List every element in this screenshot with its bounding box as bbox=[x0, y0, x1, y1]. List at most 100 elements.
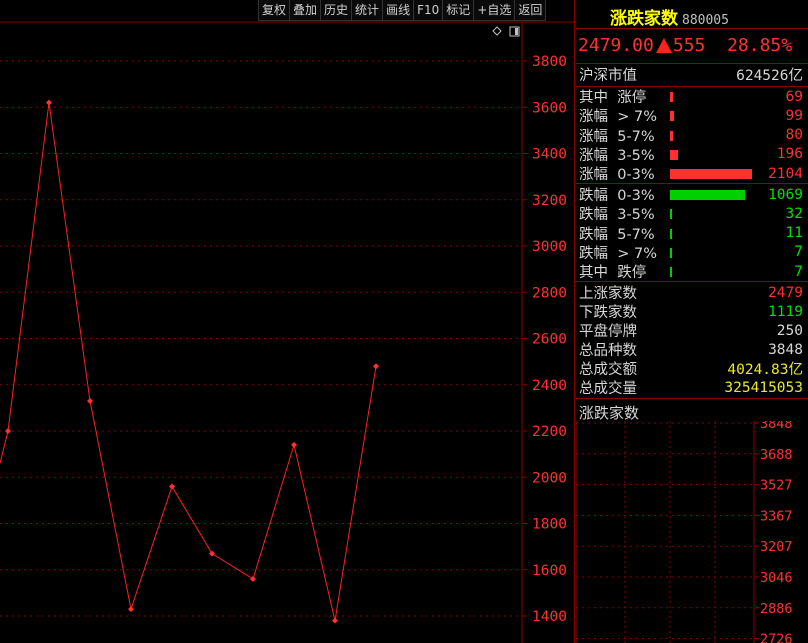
data-point bbox=[46, 99, 52, 106]
breakdown-label: 跌幅 0-3% bbox=[579, 188, 655, 204]
chart-toolbar: 复权 叠加 历史 统计 画线 F10 标记 +自选 返回 bbox=[258, 0, 547, 22]
mini-tick-label: 3688 bbox=[760, 447, 793, 463]
toolbar-button[interactable]: 叠加 bbox=[289, 0, 321, 21]
market-cap-label: 沪深市值 bbox=[579, 68, 637, 84]
total-value: 250 bbox=[776, 322, 803, 339]
breakdown-value: 7 bbox=[794, 263, 803, 280]
mini-tick-label: 3046 bbox=[760, 570, 793, 586]
up-arrow-icon bbox=[655, 37, 672, 53]
y-tick-label: 3600 bbox=[532, 100, 567, 116]
window-toggle-icon[interactable] bbox=[509, 26, 520, 37]
breakdown-label: 涨幅 > 7% bbox=[579, 109, 657, 126]
breakdown-label: 涨幅 5-7% bbox=[579, 128, 655, 145]
breakdown-bar bbox=[670, 130, 673, 141]
breakdown-label: 其中 跌停 bbox=[579, 265, 647, 282]
total-value: 4024.83亿 bbox=[727, 362, 803, 378]
total-row: 下跌家数 1119 bbox=[579, 302, 805, 322]
price-value: 2479.00 bbox=[578, 34, 654, 56]
total-label: 下跌家数 bbox=[579, 305, 637, 321]
y-tick-label: 3200 bbox=[532, 193, 567, 209]
breakdown-bar bbox=[670, 228, 672, 239]
y-tick-label: 3400 bbox=[532, 147, 567, 163]
breakdown-row: 其中 涨停 69 bbox=[579, 87, 805, 107]
security-name: 涨跌家数 bbox=[610, 9, 678, 29]
total-label: 上涨家数 bbox=[579, 286, 637, 302]
breakdown-row: 跌幅 0-3% 1069 bbox=[579, 185, 805, 205]
breakdown-bar bbox=[670, 190, 745, 200]
mini-tick-label: 2886 bbox=[760, 601, 793, 617]
mini-chart-title: 涨跌家数 bbox=[579, 404, 640, 422]
breakdown-value: 1069 bbox=[768, 186, 803, 203]
breakdown-bar bbox=[670, 92, 673, 102]
total-row: 平盘停牌 250 bbox=[579, 321, 805, 341]
total-value: 325415053 bbox=[724, 379, 803, 396]
data-point bbox=[250, 576, 256, 582]
breakdown-bar bbox=[670, 169, 752, 180]
breakdown-label: 跌幅 > 7% bbox=[579, 245, 657, 262]
y-tick-label: 1600 bbox=[532, 563, 567, 579]
y-tick-label: 1400 bbox=[532, 609, 567, 625]
breakdown-value: 32 bbox=[785, 205, 803, 222]
mini-chart: 3848 3688 3527 3367 3207 3046 2886 2726 bbox=[576, 421, 793, 643]
breakdown-bar bbox=[670, 247, 672, 258]
toolbar-button[interactable]: F10 bbox=[413, 0, 443, 21]
toolbar-button[interactable]: 历史 bbox=[320, 0, 352, 21]
data-point bbox=[209, 550, 215, 557]
data-point bbox=[291, 441, 297, 448]
breakdown-label: 跌幅 5-7% bbox=[579, 226, 655, 243]
y-tick-label: 2800 bbox=[532, 285, 567, 301]
y-tick-label: 3800 bbox=[532, 54, 567, 70]
y-tick-label: 2600 bbox=[532, 332, 567, 348]
breakdown-value: 69 bbox=[785, 88, 803, 105]
total-value: 2479 bbox=[768, 284, 803, 301]
total-row: 上涨家数 2479 bbox=[579, 283, 805, 303]
breakdown-bar bbox=[670, 209, 672, 220]
total-value: 3848 bbox=[768, 341, 803, 358]
series-line bbox=[0, 102, 377, 621]
main-chart[interactable]: 1400 1600 1800 2000 2200 2400 2600 2800 3000 3200… bbox=[0, 0, 576, 643]
toolbar-button[interactable]: 标记 bbox=[442, 0, 474, 21]
y-tick-label: 3000 bbox=[532, 239, 567, 255]
diamond-icon[interactable] bbox=[492, 26, 502, 36]
change-pct: 28.85% bbox=[727, 34, 793, 56]
y-tick-label: 2200 bbox=[532, 424, 567, 440]
toolbar-button[interactable]: +自选 bbox=[473, 0, 515, 21]
y-tick-label: 1800 bbox=[532, 517, 567, 533]
breakdown-bar bbox=[670, 149, 678, 160]
toolbar-button[interactable]: 返回 bbox=[514, 0, 547, 21]
total-label: 总成交量 bbox=[579, 381, 637, 397]
breakdown-label: 涨幅 0-3% bbox=[579, 167, 655, 184]
total-label: 平盘停牌 bbox=[579, 324, 637, 340]
quote-panel: 涨跌家数 880005 2479.00 555 28.85% 沪深市值 6245… bbox=[576, 0, 808, 643]
breakdown-value: 11 bbox=[785, 225, 803, 242]
mini-tick-label: 2726 bbox=[760, 632, 793, 643]
breakdown-value: 2104 bbox=[768, 165, 803, 182]
total-row: 总品种数 3848 bbox=[579, 340, 805, 360]
total-label: 总品种数 bbox=[579, 343, 637, 359]
y-tick-label: 2000 bbox=[532, 470, 567, 486]
change-value: 555 bbox=[672, 34, 706, 56]
breakdown-value: 196 bbox=[776, 146, 803, 163]
breakdown-label: 跌幅 3-5% bbox=[579, 207, 655, 224]
mini-tick-label: 3848 bbox=[760, 421, 793, 432]
total-row: 总成交额 4024.83亿 bbox=[579, 359, 805, 378]
security-title: 涨跌家数 880005 bbox=[610, 4, 729, 29]
total-label: 总成交额 bbox=[579, 362, 637, 378]
total-row: 总成交量 325415053 bbox=[579, 378, 805, 398]
data-point bbox=[5, 428, 11, 434]
breakdown-row: 涨幅 0-3% 2104 bbox=[579, 164, 805, 184]
data-point bbox=[332, 617, 338, 624]
breakdown-row: 其中 跌停 7 bbox=[579, 262, 805, 282]
mini-tick-label: 3527 bbox=[760, 478, 793, 494]
toolbar-button[interactable]: 统计 bbox=[351, 0, 383, 21]
mini-tick-label: 3367 bbox=[760, 508, 793, 524]
breakdown-row: 跌幅 > 7% 7 bbox=[579, 243, 805, 262]
breakdown-label: 其中 涨停 bbox=[579, 90, 647, 106]
breakdown-bar bbox=[670, 267, 672, 278]
toolbar-button[interactable]: 画线 bbox=[382, 0, 414, 21]
total-value: 1119 bbox=[768, 303, 803, 320]
toolbar-button[interactable]: 复权 bbox=[258, 0, 290, 21]
breakdown-row: 涨幅 > 7% 99 bbox=[579, 106, 805, 126]
price-row: 2479.00 555 28.85% bbox=[578, 33, 806, 57]
breakdown-row: 跌幅 5-7% 11 bbox=[579, 224, 805, 243]
